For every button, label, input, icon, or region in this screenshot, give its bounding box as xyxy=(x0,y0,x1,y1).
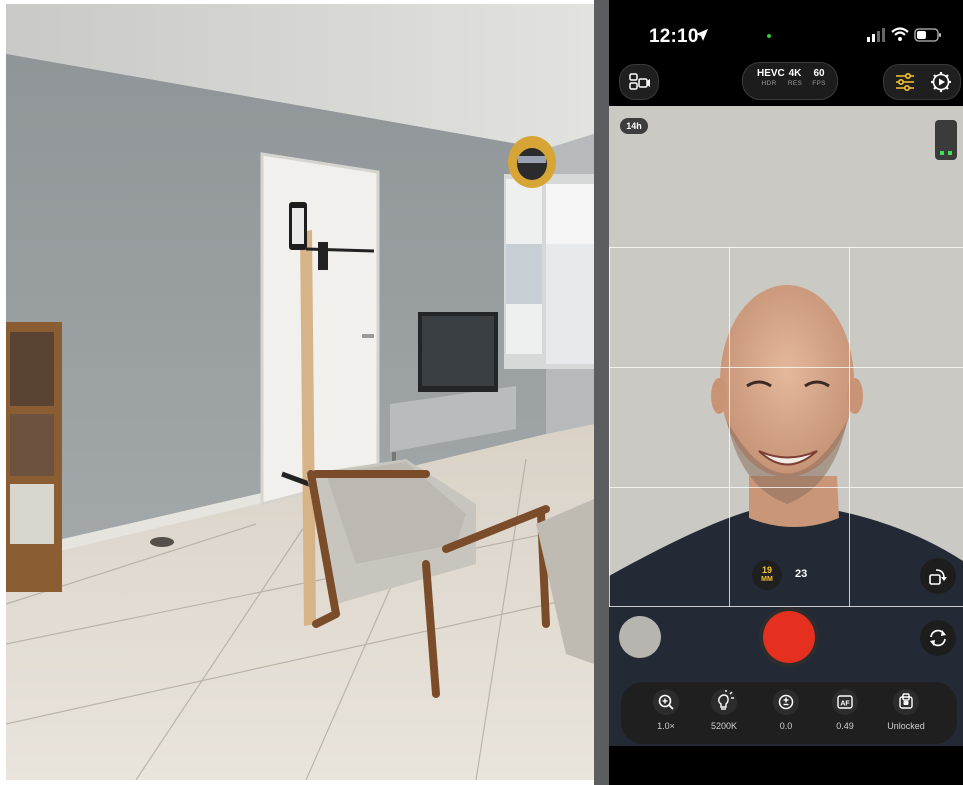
rotate-frame-icon xyxy=(929,567,947,590)
orientation-button[interactable] xyxy=(920,558,956,594)
battery-icon xyxy=(914,28,942,47)
format-selector[interactable]: HEVC HDR 4K RES 60 FPS xyxy=(742,62,838,100)
exposure-icon xyxy=(773,689,799,715)
room-photo xyxy=(6,4,594,780)
zoom-control[interactable]: 1.0× xyxy=(634,688,698,731)
white-balance-value: 5200K xyxy=(710,721,738,731)
multicam-button[interactable] xyxy=(619,64,659,100)
white-balance-icon xyxy=(711,689,737,715)
grid-line-v3 xyxy=(849,247,850,607)
grid-line-h3 xyxy=(609,487,963,488)
grid-line-v1 xyxy=(609,247,610,607)
camera-in-use-indicator xyxy=(767,34,771,38)
fps-label: 60 xyxy=(813,68,825,79)
audio-meter-right-led xyxy=(948,151,952,155)
gallery-thumbnail[interactable] xyxy=(619,616,661,658)
cellular-signal-icon xyxy=(867,28,887,47)
record-dot xyxy=(763,611,815,663)
lens-mm-value: 19 xyxy=(761,565,772,575)
gear-play-icon[interactable] xyxy=(930,71,952,98)
settings-tray: 1.0× 5200K 0.0 AF 0.49 Unlocked xyxy=(621,682,957,744)
lock-control[interactable]: Unlocked xyxy=(874,688,938,731)
sliders-icon[interactable] xyxy=(895,72,915,96)
switch-camera-icon xyxy=(928,628,948,653)
camera-topbar: HEVC HDR 4K RES 60 FPS xyxy=(609,58,963,106)
resolution-sub-label: RES xyxy=(787,80,803,87)
settings-group xyxy=(883,64,961,100)
status-bar: 12:10 xyxy=(609,0,963,58)
focus-control[interactable]: AF 0.49 xyxy=(813,688,877,731)
record-button[interactable] xyxy=(759,607,819,667)
grid-line-h2 xyxy=(609,367,963,368)
zoom-value: 1.0× xyxy=(657,721,675,731)
grid-line-h1 xyxy=(609,247,963,248)
svg-text:AF: AF xyxy=(840,701,850,708)
lens-mm-unit: MM xyxy=(761,576,773,583)
fps-sub-label: FPS xyxy=(812,80,826,87)
grid-line-v2 xyxy=(729,247,730,607)
audio-meter-left-led xyxy=(940,151,944,155)
autofocus-icon: AF xyxy=(832,689,858,715)
white-balance-control[interactable]: 5200K xyxy=(692,688,756,731)
lens-selector[interactable]: 19 MM xyxy=(752,560,782,590)
audio-meter xyxy=(935,120,957,160)
room-photo-drawing xyxy=(6,4,594,780)
lock-icon xyxy=(893,689,919,715)
zoom-icon xyxy=(653,689,679,715)
exposure-value: 0.0 xyxy=(779,721,793,731)
divider xyxy=(594,0,609,785)
switch-camera-button[interactable] xyxy=(920,620,956,656)
focus-value: 0.49 xyxy=(836,721,854,731)
lock-state: Unlocked xyxy=(887,721,925,731)
viewfinder[interactable]: 14h 19 MM 23 1.0× 5200K 0.0 AF 0.49 Unlo… xyxy=(609,106,963,746)
exposure-control[interactable]: 0.0 xyxy=(754,688,818,731)
wifi-icon xyxy=(891,26,909,47)
camera-app: 12:10 HEVC HDR 4K RES 60 FPS 14h 19 MM 2… xyxy=(609,0,963,785)
alt-lens-option[interactable]: 23 xyxy=(795,568,807,580)
resolution-label: 4K xyxy=(788,68,802,79)
storage-remaining-badge: 14h xyxy=(620,118,648,134)
multicam-icon xyxy=(629,73,651,96)
status-time: 12:10 xyxy=(649,26,699,47)
codec-label: HEVC xyxy=(757,68,785,79)
bottom-bar xyxy=(609,746,963,785)
codec-sub-label: HDR xyxy=(761,80,777,87)
location-arrow-icon xyxy=(695,28,709,47)
